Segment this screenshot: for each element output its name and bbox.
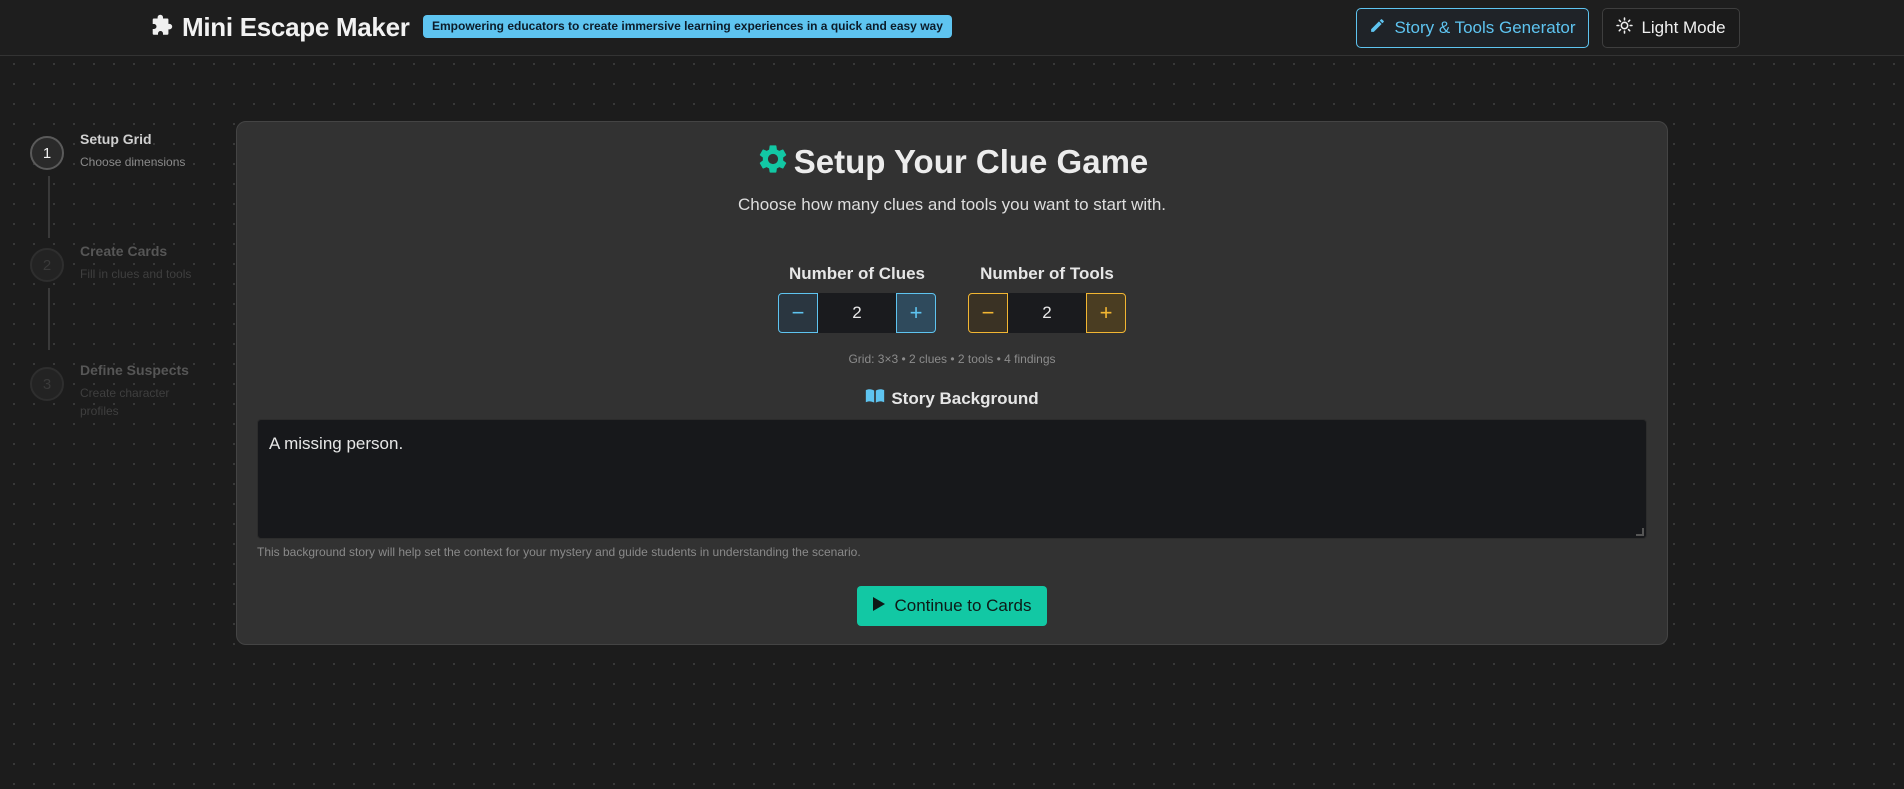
clues-decrement-button[interactable]: − bbox=[778, 293, 818, 333]
story-tools-generator-label: Story & Tools Generator bbox=[1394, 18, 1576, 37]
tools-stepper: − 2 + bbox=[968, 293, 1126, 333]
tools-increment-button[interactable]: + bbox=[1086, 293, 1126, 333]
open-book-icon bbox=[865, 388, 885, 409]
story-tools-generator-button[interactable]: Story & Tools Generator bbox=[1356, 8, 1589, 48]
step-number: 3 bbox=[30, 367, 64, 401]
tagline-badge: Empowering educators to create immersive… bbox=[423, 15, 952, 38]
step-subtitle-line: Create character bbox=[80, 386, 170, 400]
play-icon bbox=[872, 596, 886, 617]
resize-handle[interactable] bbox=[1636, 528, 1644, 536]
tools-value-input[interactable]: 2 bbox=[1008, 293, 1086, 333]
step-subtitle-line: profiles bbox=[80, 404, 119, 418]
setup-card: Setup Your Clue Game Choose how many clu… bbox=[236, 121, 1668, 645]
clues-label: Number of Clues bbox=[788, 264, 926, 283]
step-subtitle: Fill in clues and tools bbox=[80, 267, 192, 281]
page-subtitle: Choose how many clues and tools you want… bbox=[737, 195, 1167, 214]
story-background-label: Story Background bbox=[891, 388, 1039, 408]
grid-summary: Grid: 3×3 • 2 clues • 2 tools • 4 findin… bbox=[848, 352, 1056, 366]
step-title: Define Suspects bbox=[80, 362, 189, 378]
step-title: Create Cards bbox=[80, 243, 168, 259]
sun-icon bbox=[1616, 17, 1634, 39]
story-background-textarea[interactable]: A missing person. bbox=[257, 419, 1647, 539]
story-background-heading: Story Background bbox=[237, 388, 1667, 409]
tools-label: Number of Tools bbox=[980, 264, 1114, 283]
puzzle-icon bbox=[150, 12, 176, 43]
clues-stepper: − 2 + bbox=[778, 293, 936, 333]
app-header: Mini Escape Maker Empowering educators t… bbox=[0, 0, 1904, 56]
continue-label: Continue to Cards bbox=[894, 596, 1032, 615]
app-title: Mini Escape Maker bbox=[182, 12, 410, 42]
step-connector bbox=[48, 176, 50, 238]
setup-title-row: Setup Your Clue Game bbox=[237, 142, 1667, 181]
tools-counter: Number of Tools − 2 + bbox=[968, 264, 1126, 333]
step-number: 1 bbox=[30, 136, 64, 170]
page-title: Setup Your Clue Game bbox=[793, 142, 1149, 180]
light-mode-button[interactable]: Light Mode bbox=[1602, 8, 1740, 48]
light-mode-label: Light Mode bbox=[1641, 18, 1726, 37]
brand[interactable]: Mini Escape Maker bbox=[150, 12, 410, 43]
step-number: 2 bbox=[30, 248, 64, 282]
tools-decrement-button[interactable]: − bbox=[968, 293, 1008, 333]
step-title: Setup Grid bbox=[80, 131, 152, 147]
continue-to-cards-button[interactable]: Continue to Cards bbox=[857, 586, 1047, 626]
story-background-text: A missing person. bbox=[269, 434, 404, 453]
story-hint: This background story will help set the … bbox=[257, 545, 861, 559]
gear-icon bbox=[756, 142, 790, 181]
clues-counter: Number of Clues − 2 + bbox=[778, 264, 936, 333]
step-subtitle: Choose dimensions bbox=[80, 155, 186, 169]
step-connector bbox=[48, 288, 50, 350]
clues-increment-button[interactable]: + bbox=[896, 293, 936, 333]
clues-value-input[interactable]: 2 bbox=[818, 293, 896, 333]
pencil-icon bbox=[1369, 17, 1386, 39]
step-subtitle: Create character profiles bbox=[80, 384, 169, 420]
